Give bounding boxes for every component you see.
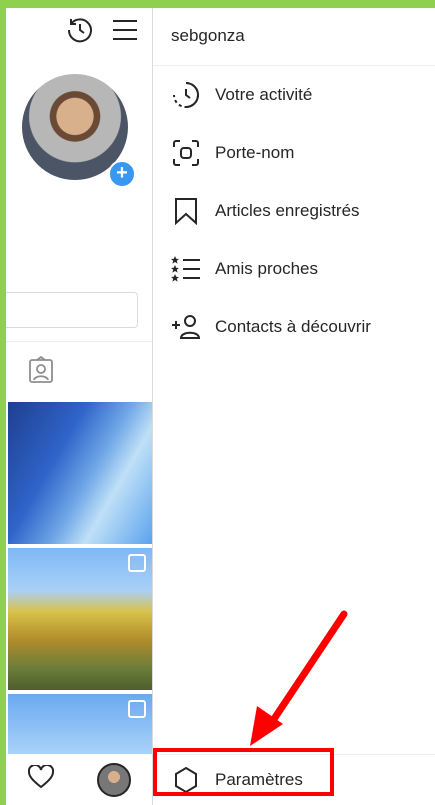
carousel-icon [128, 700, 146, 718]
screenshot-border [0, 0, 435, 8]
menu-item-label: Porte-nom [215, 143, 295, 162]
history-icon[interactable] [66, 16, 94, 49]
menu-item-saved[interactable]: Articles enregistrés [171, 191, 360, 231]
activity-icon [171, 80, 201, 110]
add-person-icon [171, 312, 201, 342]
heart-icon[interactable] [27, 763, 54, 794]
menu-item-discover-people[interactable]: Contacts à découvrir [171, 307, 371, 347]
menu-item-label: Contacts à découvrir [215, 317, 371, 336]
menu-item-close-friends[interactable]: Amis proches [171, 249, 318, 289]
profile-tab-avatar[interactable] [96, 762, 131, 797]
nametag-icon [171, 138, 201, 168]
menu-username: sebgonza [171, 26, 245, 45]
hamburger-menu-icon[interactable] [112, 19, 138, 46]
phone-screen: + sebgonza Votre activité Porte-nom Arti… [6, 8, 435, 805]
annotation-highlight-box [153, 748, 334, 796]
menu-item-nametag[interactable]: Porte-nom [171, 133, 294, 173]
profile-topbar [66, 16, 138, 49]
edit-profile-button[interactable] [6, 292, 138, 328]
divider [6, 341, 152, 342]
bookmark-icon [171, 196, 201, 226]
post-thumbnail[interactable] [8, 694, 152, 754]
post-thumbnail[interactable] [8, 402, 152, 544]
divider [153, 65, 435, 66]
menu-item-label: Votre activité [215, 85, 313, 104]
post-thumbnail[interactable] [8, 548, 152, 690]
add-story-icon[interactable]: + [108, 160, 136, 188]
tagged-photos-icon[interactable] [28, 355, 54, 389]
close-friends-icon [171, 254, 201, 284]
carousel-icon [128, 554, 146, 572]
side-menu: sebgonza Votre activité Porte-nom Articl… [153, 8, 435, 805]
menu-item-label: Amis proches [215, 259, 318, 278]
menu-item-label: Articles enregistrés [215, 201, 360, 220]
bottom-nav [6, 754, 152, 805]
menu-item-activity[interactable]: Votre activité [171, 75, 312, 115]
profile-pane: + [6, 8, 153, 805]
